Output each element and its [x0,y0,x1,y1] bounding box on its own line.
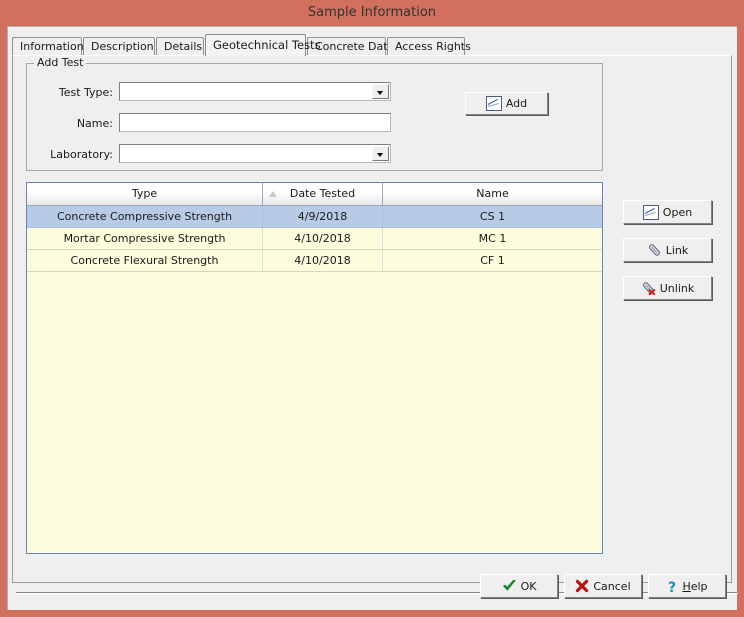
cell-type: Concrete Compressive Strength [27,206,263,227]
chevron-down-icon[interactable] [372,84,389,99]
unlink-button[interactable]: Unlink [623,276,712,300]
link-button-label: Link [666,244,689,257]
question-mark-icon: ? [666,579,678,594]
add-test-group-label: Add Test [34,57,86,69]
help-rest: elp [691,580,708,593]
check-icon [502,579,517,593]
laboratory-label: Laboratory: [38,148,113,162]
paperclip-icon [647,243,662,257]
tab-label: Geotechnical Tests [213,38,321,52]
cancel-button[interactable]: Cancel [564,574,642,598]
grid-header-row: Type Date Tested Name [27,183,602,206]
column-header-label: Name [476,187,508,200]
tab-access-rights[interactable]: Access Rights [387,37,465,55]
column-header-label: Type [132,187,157,200]
dialog-client-area: Information Description Details Geotechn… [7,26,737,610]
test-type-label: Test Type: [38,86,113,100]
svg-text:?: ? [668,580,676,594]
tab-label: Concrete Data [315,40,394,53]
tests-grid[interactable]: Type Date Tested Name Concrete Compressi… [26,182,603,554]
column-header-type[interactable]: Type [27,183,263,205]
sort-ascending-icon [269,191,277,197]
name-input[interactable] [119,113,391,132]
cell-name: CS 1 [383,206,602,227]
tab-details[interactable]: Details [156,37,204,55]
tab-information[interactable]: Information [12,37,82,55]
cell-type: Mortar Compressive Strength [27,228,263,249]
open-button[interactable]: Open [623,200,712,224]
close-icon [575,579,589,593]
test-type-combo[interactable] [119,82,391,101]
cell-name: CF 1 [383,250,602,271]
ok-button[interactable]: OK [480,574,558,598]
open-button-label: Open [663,206,692,219]
column-header-date-tested[interactable]: Date Tested [263,183,383,205]
tab-geotechnical-tests[interactable]: Geotechnical Tests [205,34,306,56]
window-title: Sample Information [308,5,436,20]
cell-type: Concrete Flexural Strength [27,250,263,271]
tab-label: Description [91,40,154,53]
laboratory-combo[interactable] [119,144,391,163]
paperclip-remove-icon [641,281,656,295]
unlink-button-label: Unlink [660,282,694,295]
column-header-label: Date Tested [290,187,355,200]
add-test-button[interactable]: Add [465,92,548,115]
chevron-down-icon[interactable] [372,146,389,161]
tab-label: Access Rights [395,40,471,53]
link-button[interactable]: Link [623,238,712,262]
chart-icon [643,205,659,220]
help-button[interactable]: ? Help [648,574,726,598]
cancel-button-label: Cancel [593,580,630,593]
tab-description[interactable]: Description [83,37,155,55]
ok-button-label: OK [521,580,537,593]
column-header-name[interactable]: Name [383,183,602,205]
help-accelerator: H [682,580,690,593]
cell-date: 4/10/2018 [263,250,383,271]
add-button-label: Add [506,97,527,110]
cell-date: 4/10/2018 [263,228,383,249]
help-button-label: Help [682,580,707,593]
cell-name: MC 1 [383,228,602,249]
table-row[interactable]: Mortar Compressive Strength 4/10/2018 MC… [27,228,602,250]
chart-icon [486,96,502,111]
name-label: Name: [38,117,113,131]
tab-label: Details [164,40,202,53]
tab-strip: Information Description Details Geotechn… [12,34,732,56]
dialog-window: Sample Information Information Descripti… [0,0,744,617]
table-row[interactable]: Concrete Flexural Strength 4/10/2018 CF … [27,250,602,272]
cell-date: 4/9/2018 [263,206,383,227]
table-row[interactable]: Concrete Compressive Strength 4/9/2018 C… [27,206,602,228]
title-bar: Sample Information [0,0,744,26]
tab-label: Information [20,40,84,53]
